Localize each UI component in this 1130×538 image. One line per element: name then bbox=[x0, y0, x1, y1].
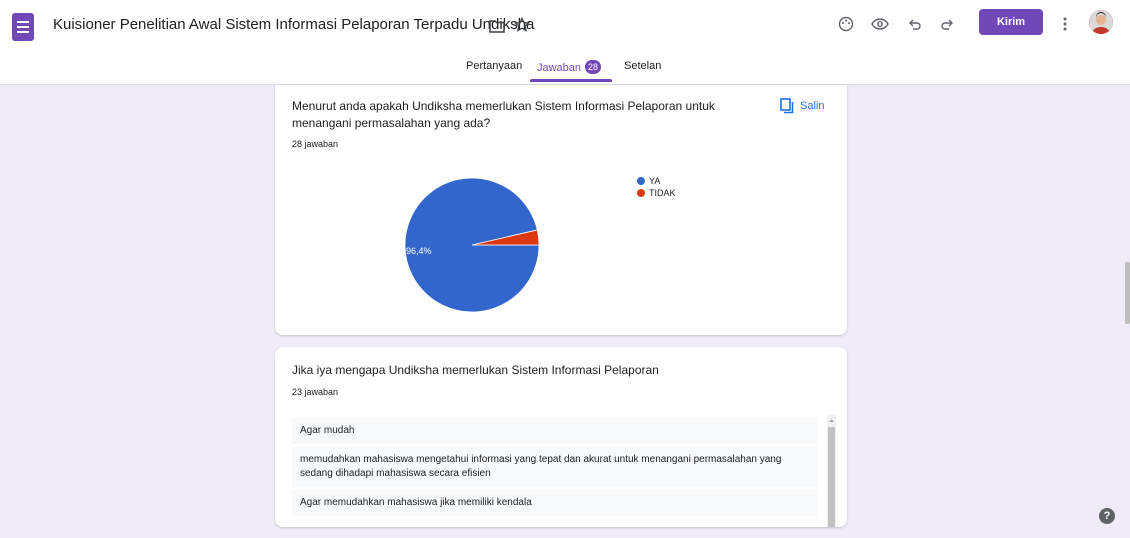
copy-chart-button[interactable]: Salin bbox=[780, 96, 824, 116]
palette-icon[interactable] bbox=[834, 12, 858, 36]
legend-label-ya: YA bbox=[649, 176, 661, 186]
question-title-2: Jika iya mengapa Undiksha memerlukan Sis… bbox=[292, 363, 659, 377]
list-item: Agar mudah bbox=[292, 418, 817, 444]
tab-responses-label: Jawaban bbox=[537, 62, 582, 74]
response-count-2: 23 jawaban bbox=[292, 387, 339, 397]
redo-icon[interactable] bbox=[935, 12, 959, 36]
tab-questions[interactable]: Pertanyaan bbox=[466, 60, 522, 72]
copy-icon bbox=[780, 98, 794, 114]
star-icon[interactable] bbox=[510, 13, 534, 37]
more-vert-icon[interactable] bbox=[1053, 12, 1077, 36]
tab-settings[interactable]: Setelan bbox=[624, 60, 661, 72]
send-button[interactable]: Kirim bbox=[979, 9, 1043, 35]
pie-chart: 96,4% bbox=[404, 177, 540, 313]
list-item: memudahkan mahasiswa mengetahui informas… bbox=[292, 447, 817, 487]
scroll-up-icon[interactable] bbox=[827, 417, 836, 425]
response-count: 28 jawaban bbox=[292, 139, 339, 149]
forms-app-icon[interactable] bbox=[12, 13, 34, 41]
question-title: Menurut anda apakah Undiksha memerlukan … bbox=[292, 99, 715, 130]
answers-list: Agar mudah memudahkan mahasiswa mengetah… bbox=[292, 418, 817, 538]
form-title[interactable]: Kuisioner Penelitian Awal Sistem Informa… bbox=[53, 16, 534, 33]
copy-label: Salin bbox=[800, 100, 825, 112]
active-tab-indicator bbox=[530, 79, 612, 82]
undo-icon[interactable] bbox=[903, 12, 927, 36]
question-card-2: Jika iya mengapa Undiksha memerlukan Sis… bbox=[275, 347, 847, 527]
answers-scroll-thumb[interactable] bbox=[828, 427, 835, 527]
responses-count-badge: 28 bbox=[585, 60, 602, 74]
page-scrollbar[interactable] bbox=[1125, 262, 1130, 324]
chart-legend: YA TIDAK bbox=[637, 175, 676, 199]
folder-icon[interactable] bbox=[485, 14, 509, 38]
legend-swatch-tidak bbox=[637, 189, 645, 197]
list-item: Agar memudahkan mahasiswa jika memiliki … bbox=[292, 490, 817, 516]
legend-item-ya: YA bbox=[637, 175, 676, 187]
eye-icon[interactable] bbox=[868, 12, 892, 36]
answers-scrollbar[interactable] bbox=[827, 415, 836, 527]
legend-swatch-ya bbox=[637, 177, 645, 185]
pie-data-label-ya: 96,4% bbox=[406, 246, 432, 256]
avatar[interactable] bbox=[1089, 10, 1113, 34]
question-card-1: Menurut anda apakah Undiksha memerlukan … bbox=[275, 85, 847, 335]
app-header: Kuisioner Penelitian Awal Sistem Informa… bbox=[0, 0, 1130, 85]
tab-responses[interactable]: Jawaban 28 bbox=[537, 60, 602, 74]
legend-item-tidak: TIDAK bbox=[637, 187, 676, 199]
tab-bar: Pertanyaan Jawaban 28 Setelan bbox=[0, 52, 1130, 85]
legend-label-tidak: TIDAK bbox=[649, 188, 676, 198]
